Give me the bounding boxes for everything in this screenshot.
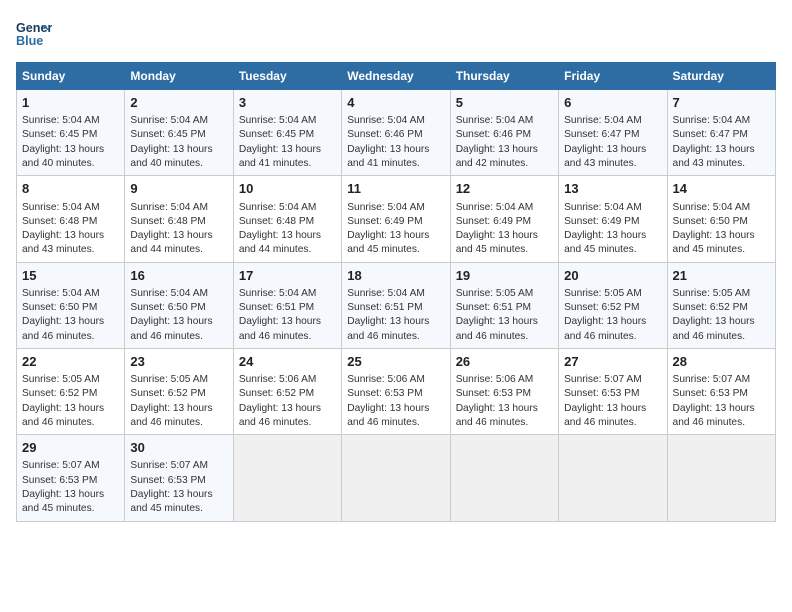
table-row: 29Sunrise: 5:07 AM Sunset: 6:53 PM Dayli… bbox=[17, 435, 125, 521]
table-row: 28Sunrise: 5:07 AM Sunset: 6:53 PM Dayli… bbox=[667, 348, 775, 434]
table-row bbox=[342, 435, 450, 521]
table-row: 15Sunrise: 5:04 AM Sunset: 6:50 PM Dayli… bbox=[17, 262, 125, 348]
table-row: 3Sunrise: 5:04 AM Sunset: 6:45 PM Daylig… bbox=[233, 90, 341, 176]
col-wednesday: Wednesday bbox=[342, 63, 450, 90]
svg-text:Blue: Blue bbox=[16, 34, 43, 48]
col-tuesday: Tuesday bbox=[233, 63, 341, 90]
header-row: Sunday Monday Tuesday Wednesday Thursday… bbox=[17, 63, 776, 90]
table-row: 12Sunrise: 5:04 AM Sunset: 6:49 PM Dayli… bbox=[450, 176, 558, 262]
table-row: 25Sunrise: 5:06 AM Sunset: 6:53 PM Dayli… bbox=[342, 348, 450, 434]
table-row: 24Sunrise: 5:06 AM Sunset: 6:52 PM Dayli… bbox=[233, 348, 341, 434]
table-row: 11Sunrise: 5:04 AM Sunset: 6:49 PM Dayli… bbox=[342, 176, 450, 262]
table-row: 6Sunrise: 5:04 AM Sunset: 6:47 PM Daylig… bbox=[559, 90, 667, 176]
table-row: 26Sunrise: 5:06 AM Sunset: 6:53 PM Dayli… bbox=[450, 348, 558, 434]
logo: General Blue bbox=[16, 16, 56, 52]
table-row: 18Sunrise: 5:04 AM Sunset: 6:51 PM Dayli… bbox=[342, 262, 450, 348]
col-sunday: Sunday bbox=[17, 63, 125, 90]
col-friday: Friday bbox=[559, 63, 667, 90]
table-row: 2Sunrise: 5:04 AM Sunset: 6:45 PM Daylig… bbox=[125, 90, 233, 176]
table-row bbox=[559, 435, 667, 521]
table-row: 20Sunrise: 5:05 AM Sunset: 6:52 PM Dayli… bbox=[559, 262, 667, 348]
table-row: 21Sunrise: 5:05 AM Sunset: 6:52 PM Dayli… bbox=[667, 262, 775, 348]
table-row: 16Sunrise: 5:04 AM Sunset: 6:50 PM Dayli… bbox=[125, 262, 233, 348]
logo-icon: General Blue bbox=[16, 16, 52, 52]
table-row: 9Sunrise: 5:04 AM Sunset: 6:48 PM Daylig… bbox=[125, 176, 233, 262]
table-row: 10Sunrise: 5:04 AM Sunset: 6:48 PM Dayli… bbox=[233, 176, 341, 262]
table-row: 30Sunrise: 5:07 AM Sunset: 6:53 PM Dayli… bbox=[125, 435, 233, 521]
table-row: 4Sunrise: 5:04 AM Sunset: 6:46 PM Daylig… bbox=[342, 90, 450, 176]
table-row: 5Sunrise: 5:04 AM Sunset: 6:46 PM Daylig… bbox=[450, 90, 558, 176]
col-thursday: Thursday bbox=[450, 63, 558, 90]
table-row: 14Sunrise: 5:04 AM Sunset: 6:50 PM Dayli… bbox=[667, 176, 775, 262]
col-saturday: Saturday bbox=[667, 63, 775, 90]
table-row bbox=[667, 435, 775, 521]
table-row: 19Sunrise: 5:05 AM Sunset: 6:51 PM Dayli… bbox=[450, 262, 558, 348]
table-row: 22Sunrise: 5:05 AM Sunset: 6:52 PM Dayli… bbox=[17, 348, 125, 434]
page-header: General Blue bbox=[16, 16, 776, 52]
table-row: 8Sunrise: 5:04 AM Sunset: 6:48 PM Daylig… bbox=[17, 176, 125, 262]
calendar-table: Sunday Monday Tuesday Wednesday Thursday… bbox=[16, 62, 776, 522]
table-row: 7Sunrise: 5:04 AM Sunset: 6:47 PM Daylig… bbox=[667, 90, 775, 176]
table-row: 17Sunrise: 5:04 AM Sunset: 6:51 PM Dayli… bbox=[233, 262, 341, 348]
table-row: 27Sunrise: 5:07 AM Sunset: 6:53 PM Dayli… bbox=[559, 348, 667, 434]
table-row bbox=[450, 435, 558, 521]
table-row: 23Sunrise: 5:05 AM Sunset: 6:52 PM Dayli… bbox=[125, 348, 233, 434]
table-row: 13Sunrise: 5:04 AM Sunset: 6:49 PM Dayli… bbox=[559, 176, 667, 262]
table-row: 1Sunrise: 5:04 AM Sunset: 6:45 PM Daylig… bbox=[17, 90, 125, 176]
table-row bbox=[233, 435, 341, 521]
col-monday: Monday bbox=[125, 63, 233, 90]
